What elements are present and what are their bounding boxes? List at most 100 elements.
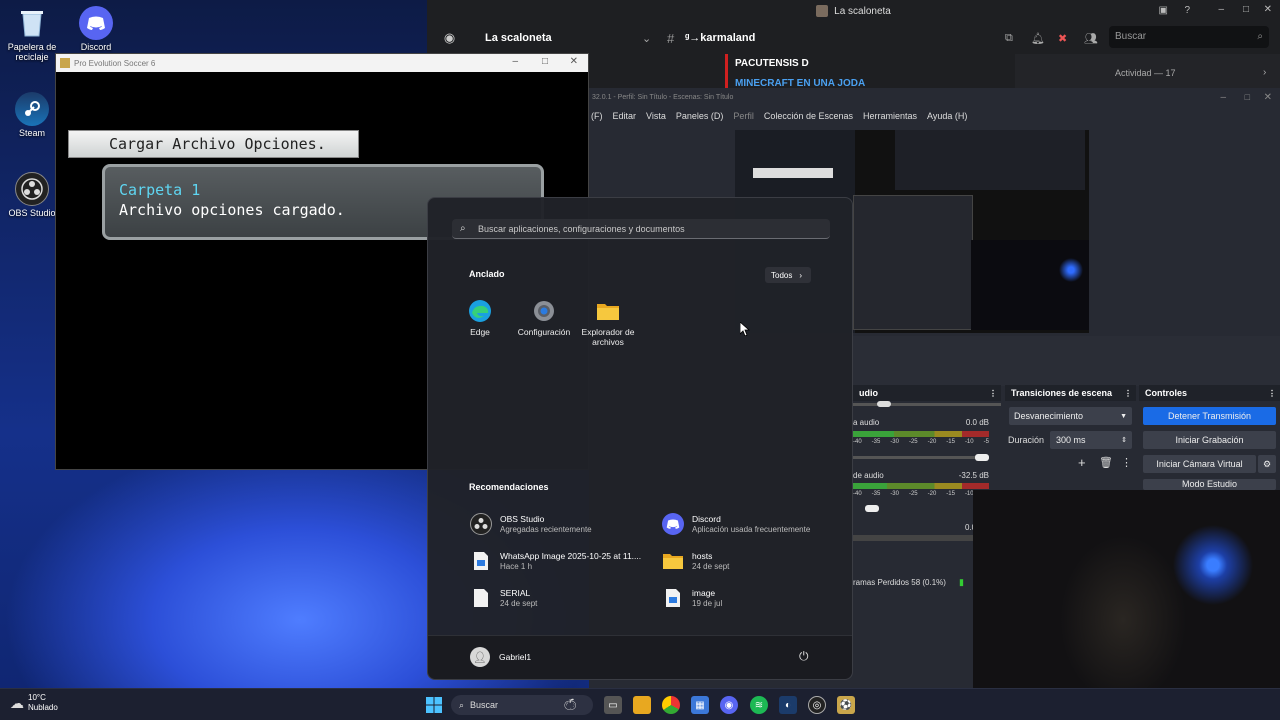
obs-menubar: (F) Editar Vista Paneles (D) Perfil Cole… bbox=[589, 108, 1280, 124]
minimize-icon[interactable]: – bbox=[1220, 92, 1226, 103]
chevron-right-icon[interactable]: › bbox=[1263, 67, 1266, 78]
text-file-icon bbox=[470, 587, 492, 609]
help-icon[interactable]: ? bbox=[1184, 5, 1190, 16]
close-icon[interactable]: ✕ bbox=[1264, 92, 1272, 103]
menu-tools[interactable]: Herramientas bbox=[858, 111, 922, 121]
menu-view[interactable]: Vista bbox=[641, 111, 671, 121]
menu-help[interactable]: Ayuda (H) bbox=[922, 111, 972, 121]
minimize-icon[interactable]: – bbox=[512, 56, 518, 67]
add-icon[interactable]: + bbox=[1078, 455, 1086, 470]
audio-track-1-db: 0.0 dB bbox=[965, 418, 989, 427]
start-search-placeholder: Buscar aplicaciones, configuraciones y d… bbox=[478, 223, 685, 234]
weather-temp: 10°C bbox=[28, 693, 46, 702]
duration-spinbox[interactable]: 300 ms ⇕ bbox=[1050, 431, 1132, 449]
obs-icon[interactable]: ◎ bbox=[808, 696, 826, 714]
volume-slider-track[interactable] bbox=[853, 456, 989, 459]
recommended-item[interactable]: OBS Studio Agregadas recientemente bbox=[470, 509, 650, 539]
chevron-down-icon[interactable]: ⌄ bbox=[642, 32, 667, 45]
pes-app-icon bbox=[60, 58, 70, 68]
transition-select[interactable]: Desvanecimiento ▼ bbox=[1009, 407, 1132, 425]
dock-menu-icon[interactable]: ⋮ bbox=[989, 389, 997, 398]
bell-icon[interactable]: 🔔︎ bbox=[1031, 32, 1045, 45]
discord-icon[interactable]: ◉ bbox=[720, 696, 738, 714]
weather-widget[interactable]: ☁ 10°C Nublado bbox=[10, 693, 58, 713]
close-icon[interactable]: ✕ bbox=[1264, 4, 1272, 15]
volume-slider-thumb[interactable] bbox=[865, 505, 879, 512]
maximize-icon[interactable]: □ bbox=[1243, 4, 1249, 15]
pinned-title: Anclado bbox=[469, 269, 505, 279]
store-icon[interactable]: ▦ bbox=[691, 696, 709, 714]
task-view-icon[interactable]: ▭ bbox=[604, 696, 622, 714]
recommended-subtitle: 24 de sept bbox=[692, 562, 730, 571]
menu-profile[interactable]: Perfil bbox=[728, 111, 759, 121]
chevron-right-icon: › bbox=[799, 270, 803, 280]
audio-track-2-meter bbox=[853, 483, 989, 489]
start-recording-button[interactable]: Iniciar Grabación bbox=[1143, 431, 1276, 449]
studio-mode-button[interactable]: Modo Estudio bbox=[1143, 479, 1276, 490]
obs-scene-strip bbox=[853, 336, 1280, 386]
discord-logo-icon[interactable]: ◉ bbox=[427, 30, 472, 46]
controls-dock: Controles ⋮ Detener Transmisión Iniciar … bbox=[1139, 385, 1280, 490]
all-apps-label: Todos bbox=[771, 270, 793, 280]
pes-icon[interactable]: ⚽ bbox=[837, 696, 855, 714]
menu-scene-collection[interactable]: Colección de Escenas bbox=[759, 111, 858, 121]
gear-icon[interactable]: ⚙ bbox=[1258, 455, 1276, 473]
meter-tick: -20 bbox=[927, 439, 937, 445]
dock-menu-icon[interactable]: ⋮ bbox=[1268, 389, 1276, 398]
discord-search-input[interactable]: Buscar ⌕ bbox=[1109, 26, 1269, 48]
meter-tick: -25 bbox=[908, 439, 918, 445]
user-account-button[interactable]: 👤︎ Gabriel1 bbox=[470, 647, 531, 667]
message-author[interactable]: PACUTENSIS D bbox=[735, 58, 809, 69]
signal-bars-icon: ▮ bbox=[959, 577, 964, 587]
file-explorer-icon[interactable] bbox=[633, 696, 651, 714]
spinner-icon[interactable]: ⇕ bbox=[1121, 436, 1127, 444]
trash-icon[interactable]: 🗑︎ bbox=[1099, 456, 1113, 469]
all-apps-button[interactable]: Todos › bbox=[765, 267, 811, 283]
volume-slider-thumb[interactable] bbox=[877, 401, 891, 407]
volume-slider-thumb[interactable] bbox=[975, 454, 989, 461]
audio-mixer-title: udio bbox=[859, 388, 878, 398]
recommended-item[interactable]: SERIAL 24 de sept bbox=[470, 583, 650, 613]
chrome-icon[interactable] bbox=[662, 696, 680, 714]
pinned-label: Configuración bbox=[517, 327, 571, 337]
maximize-icon[interactable]: □ bbox=[1245, 92, 1250, 102]
pinned-settings[interactable]: Configuración bbox=[514, 299, 574, 337]
members-icon[interactable]: 👥︎ bbox=[1084, 32, 1098, 45]
pinned-edge[interactable]: Edge bbox=[450, 299, 510, 337]
volume-slider-track[interactable] bbox=[853, 403, 1001, 406]
menu-file[interactable]: (F) bbox=[589, 111, 608, 121]
spotify-icon[interactable]: ≋ bbox=[750, 696, 768, 714]
webcam-feed bbox=[973, 490, 1280, 720]
threads-icon[interactable]: ⧉ bbox=[1005, 32, 1013, 45]
minimize-icon[interactable]: – bbox=[1218, 4, 1224, 15]
recommended-item[interactable]: WhatsApp Image 2025-10-25 at 11.... Hace … bbox=[470, 546, 650, 576]
controls-title: Controles bbox=[1145, 388, 1188, 398]
pin-icon[interactable]: ✖ bbox=[1058, 32, 1067, 45]
meter-tick: -40 bbox=[853, 491, 862, 497]
pinned-file-explorer[interactable]: Explorador de archivos bbox=[578, 299, 638, 347]
recommended-item[interactable]: Discord Aplicación usada frecuentemente bbox=[662, 509, 842, 539]
close-icon[interactable]: ✕ bbox=[570, 56, 578, 67]
recommended-item[interactable]: image 19 de jul bbox=[662, 583, 842, 613]
taskbar-search[interactable]: ⌕ Buscar 🍊︎ bbox=[451, 695, 593, 715]
steam-icon[interactable]: ◐ bbox=[779, 696, 797, 714]
menu-docks[interactable]: Paneles (D) bbox=[671, 111, 729, 121]
folder-icon bbox=[662, 550, 684, 572]
desktop-icon-discord[interactable]: Discord bbox=[64, 6, 128, 52]
stop-streaming-button[interactable]: Detener Transmisión bbox=[1143, 407, 1276, 425]
obs-titlebar: 32.0.1 - Perfil: Sin Título - Escenas: S… bbox=[589, 88, 1280, 106]
meter-tick: -5 bbox=[983, 439, 989, 445]
maximize-icon[interactable]: □ bbox=[542, 56, 548, 67]
inbox-icon[interactable]: ▣ bbox=[1159, 5, 1168, 16]
dock-menu-icon[interactable]: ⋮ bbox=[1124, 389, 1132, 398]
recommended-item[interactable]: hosts 24 de sept bbox=[662, 546, 842, 576]
pes-titlebar: Pro Evolution Soccer 6 – □ ✕ bbox=[56, 54, 588, 72]
start-search-input[interactable]: ⌕ Buscar aplicaciones, configuraciones y… bbox=[452, 219, 830, 239]
windows-start-icon[interactable] bbox=[425, 696, 443, 714]
server-name[interactable]: La scaloneta bbox=[472, 32, 642, 44]
start-virtual-camera-button[interactable]: Iniciar Cámara Virtual bbox=[1143, 455, 1256, 473]
audio-track-1-scale: -40 -35 -30 -25 -20 -15 -10 -5 bbox=[853, 439, 989, 445]
menu-edit[interactable]: Editar bbox=[608, 111, 642, 121]
more-icon[interactable]: ⋮ bbox=[1121, 456, 1132, 469]
power-icon[interactable]: ⏻ bbox=[799, 649, 809, 664]
